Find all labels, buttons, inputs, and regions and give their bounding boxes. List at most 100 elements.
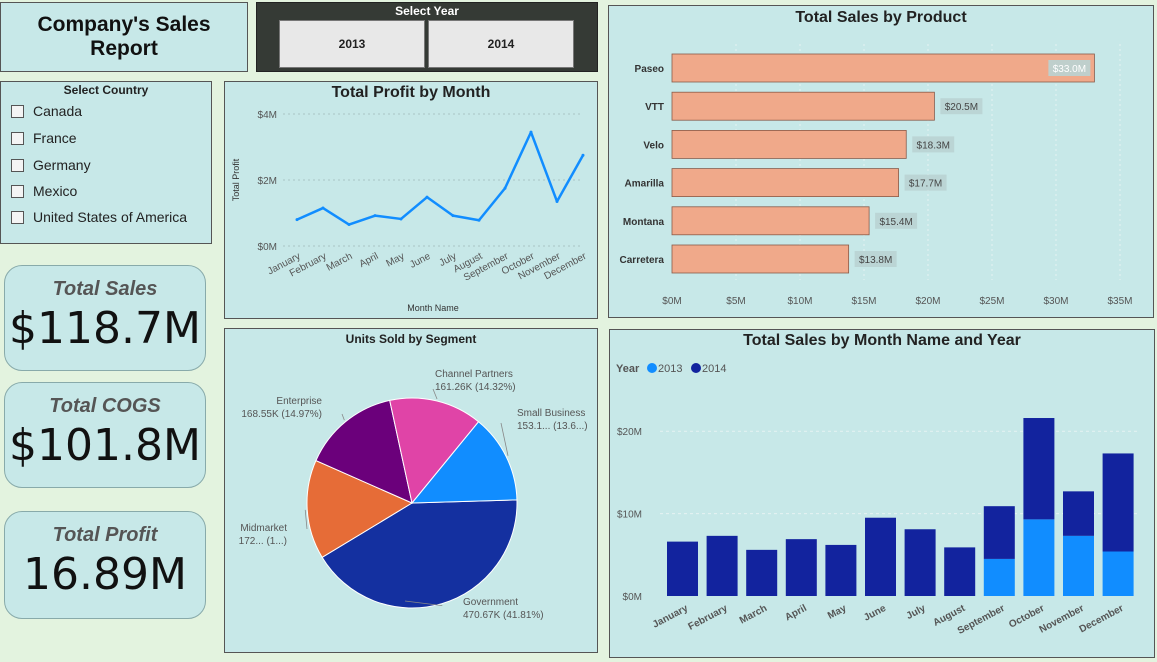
x-tick-label: May xyxy=(826,603,849,622)
leader-line xyxy=(304,509,308,530)
x-tick-label: $25M xyxy=(979,296,1004,307)
sales-by-product-panel: Total Sales by Product $0M $5M $10M $15M $20… xyxy=(608,5,1154,318)
year-slicer: Select Year 2013 2014 xyxy=(256,2,598,72)
product-bar xyxy=(671,53,1095,83)
value-label: $17.7M xyxy=(909,179,942,190)
x-tick-label: $0M xyxy=(662,296,681,307)
year-button-2013[interactable]: 2013 xyxy=(279,20,425,68)
x-tick-label: $30M xyxy=(1043,296,1068,307)
data-point xyxy=(321,206,325,210)
x-tick-label: $35M xyxy=(1107,296,1132,307)
kpi-title: Total Sales xyxy=(52,278,158,300)
sales-by-month-year-panel: Total Sales by Month Name and Year Year 2… xyxy=(609,329,1155,658)
stacked-bar-segment xyxy=(1023,519,1055,596)
data-point xyxy=(425,195,429,199)
data-point xyxy=(529,130,533,134)
product-bar xyxy=(671,91,935,121)
x-tick-label: $10M xyxy=(787,296,812,307)
value-label: $20.5M xyxy=(945,102,978,113)
category-label: Paseo xyxy=(635,64,664,75)
country-label: United States of America xyxy=(33,209,188,225)
product-bar xyxy=(671,130,907,159)
x-tick-label: July xyxy=(905,603,928,622)
slice-value-label: 153.1... (13.6...) xyxy=(517,421,588,432)
data-point xyxy=(399,217,403,221)
stacked-bar-segment xyxy=(904,529,936,596)
country-slicer-label: Select Country xyxy=(63,83,149,97)
kpi-value: $118.7M xyxy=(9,303,201,354)
legend-title: Year xyxy=(616,363,640,375)
checkbox-icon[interactable] xyxy=(11,158,24,172)
profit-by-month-panel: Total Profit by Month $0M $2M $4M January Fe… xyxy=(224,81,598,319)
kpi-total-cogs: Total COGS $101.8M xyxy=(4,382,206,488)
country-label: Mexico xyxy=(33,183,78,199)
y-tick-label: $0M xyxy=(623,592,642,603)
slice-label: Midmarket xyxy=(240,523,287,534)
slice-value-label: 172... (1...) xyxy=(239,536,287,547)
x-tick-label: April xyxy=(358,251,381,270)
product-bar-chart: $0M $5M $10M $15M $20M $25M $30M $35M Paseo $33.0… xyxy=(620,44,1133,307)
slice-value-label: 168.55K (14.97%) xyxy=(241,409,322,420)
product-bar xyxy=(671,168,899,198)
value-label: $33.0M xyxy=(1053,64,1086,75)
category-label: VTT xyxy=(645,102,664,113)
country-option-canada[interactable]: Canada xyxy=(11,103,82,119)
year-button-2014[interactable]: 2014 xyxy=(428,20,574,68)
stacked-bar-segment xyxy=(1063,535,1094,596)
kpi-total-sales: Total Sales $118.7M xyxy=(4,265,206,371)
country-option-france[interactable]: France xyxy=(11,130,77,146)
y-tick-label: $0M xyxy=(258,242,277,253)
stacked-bar-segment xyxy=(865,517,896,596)
checkbox-icon[interactable] xyxy=(11,184,24,198)
country-slicer: Select Country Canada France Germany Mex… xyxy=(0,81,212,244)
profit-line-chart: $0M$2M$4MJanuaryFebruaryMarch April May Jun… xyxy=(231,110,589,313)
y-tick-label: $10M xyxy=(617,510,642,521)
x-tick-label: December xyxy=(1078,603,1126,635)
checkbox-icon[interactable] xyxy=(11,104,24,118)
kpi-title: Total Profit xyxy=(52,524,158,546)
stacked-bar-segment xyxy=(983,558,1015,596)
product-bar xyxy=(671,206,870,236)
x-tick-label: January xyxy=(651,603,690,631)
data-point xyxy=(503,186,507,190)
x-tick-label: November xyxy=(1038,603,1086,636)
data-point xyxy=(295,218,299,222)
data-point xyxy=(581,153,585,157)
x-axis-title: Month Name xyxy=(407,303,459,313)
checkbox-icon[interactable] xyxy=(11,210,24,224)
country-option-germany[interactable]: Germany xyxy=(11,157,91,173)
leader-line xyxy=(341,413,345,421)
stacked-bar-segment xyxy=(944,547,976,596)
product-bar xyxy=(671,244,850,274)
units-by-segment-panel: Units Sold by Segment Government 470.67K … xyxy=(224,328,598,653)
country-option-usa[interactable]: United States of America xyxy=(11,209,187,225)
slice-label: Enterprise xyxy=(276,396,322,407)
legend-label: 2014 xyxy=(702,363,726,375)
kpi-value: 16.89M xyxy=(23,549,187,600)
slice-label: Small Business xyxy=(517,408,585,419)
stacked-bar-segment xyxy=(1023,418,1055,520)
data-point xyxy=(555,199,559,203)
country-option-mexico[interactable]: Mexico xyxy=(11,183,77,199)
stacked-bar-segment xyxy=(1102,453,1134,552)
value-label: $18.3M xyxy=(917,140,950,151)
slice-value-label: 161.26K (14.32%) xyxy=(435,382,516,393)
y-axis-title: Total Profit xyxy=(231,158,241,201)
legend-swatch xyxy=(691,363,701,373)
data-point xyxy=(477,218,481,222)
x-tick-label: June xyxy=(408,251,433,271)
segment-pie-chart: Government 470.67K (41.81%) Midmarket 172..… xyxy=(239,369,588,621)
kpi-value: $101.8M xyxy=(9,420,201,471)
data-point xyxy=(373,214,377,218)
year-slicer-label: Select Year xyxy=(395,4,459,18)
value-label: $15.4M xyxy=(879,217,912,228)
kpi-title: Total COGS xyxy=(49,395,161,417)
category-label: Velo xyxy=(643,140,664,151)
country-label: Canada xyxy=(33,103,83,119)
checkbox-icon[interactable] xyxy=(11,131,24,145)
slice-label: Channel Partners xyxy=(435,369,513,380)
report-title: Company's Sales Report xyxy=(37,13,211,60)
y-tick-label: $2M xyxy=(258,176,277,187)
stacked-bar-segment xyxy=(1063,491,1094,536)
kpi-total-profit: Total Profit 16.89M xyxy=(4,511,206,619)
